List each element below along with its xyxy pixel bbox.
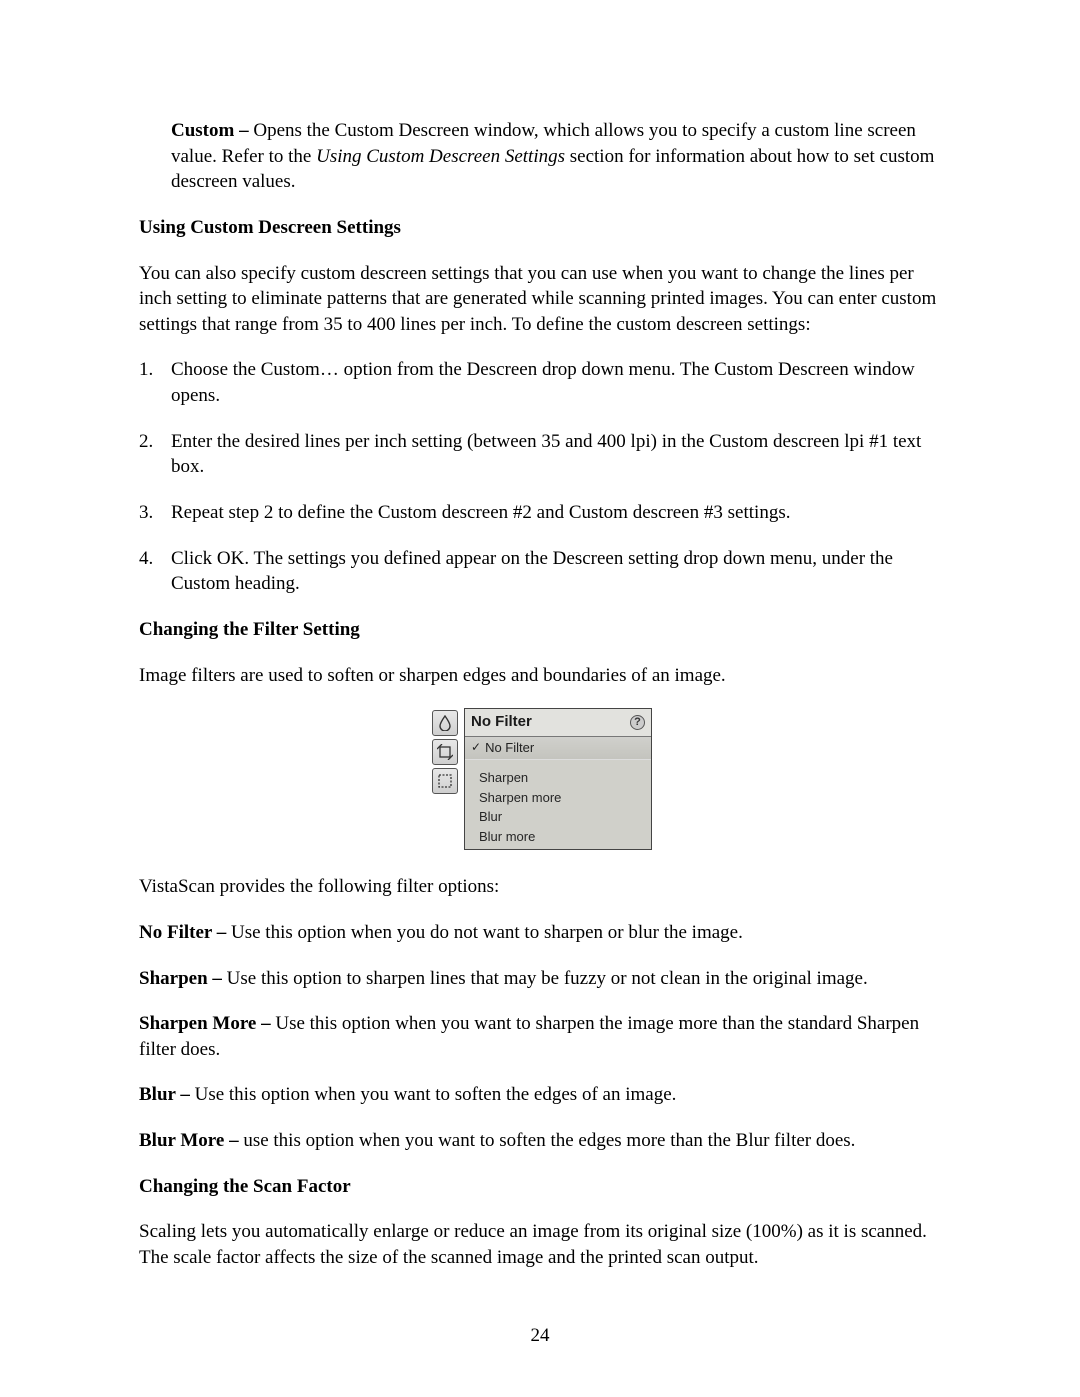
- descreen-intro-paragraph: You can also specify custom descreen set…: [139, 261, 945, 338]
- filter-dropdown-figure: No Filter ? ✓ No Filter Sharpen Sharpen …: [432, 708, 652, 850]
- crop-icon[interactable]: [432, 739, 458, 765]
- dropdown-item-blur-more[interactable]: Blur more: [465, 827, 651, 847]
- blur-more-paragraph: Blur More – use this option when you wan…: [139, 1128, 945, 1154]
- filter-options-intro: VistaScan provides the following filter …: [139, 874, 945, 900]
- blur-paragraph: Blur – Use this option when you want to …: [139, 1082, 945, 1108]
- sharpen-label: Sharpen –: [139, 968, 222, 989]
- dropdown-header: No Filter ?: [465, 709, 651, 736]
- checkmark-icon: ✓: [471, 741, 481, 753]
- droplet-icon[interactable]: [432, 710, 458, 736]
- heading-filter-setting: Changing the Filter Setting: [139, 617, 945, 643]
- steps-list: Choose the Custom… option from the Descr…: [139, 357, 945, 596]
- sharpen-text: Use this option to sharpen lines that ma…: [222, 968, 868, 989]
- scan-factor-paragraph: Scaling lets you automatically enlarge o…: [139, 1219, 945, 1270]
- document-page: Custom – Opens the Custom Descreen windo…: [0, 0, 1080, 1351]
- blur-text: Use this option when you want to soften …: [190, 1084, 677, 1105]
- filter-intro-paragraph: Image filters are used to soften or shar…: [139, 663, 945, 689]
- no-filter-label: No Filter –: [139, 922, 226, 943]
- step-1: Choose the Custom… option from the Descr…: [139, 357, 945, 408]
- dropdown-selected-row[interactable]: ✓ No Filter: [465, 737, 651, 761]
- help-icon[interactable]: ?: [630, 715, 645, 730]
- dropdown-selected-label: No Filter: [485, 739, 534, 757]
- blur-more-label: Blur More –: [139, 1130, 239, 1151]
- page-number: 24: [0, 1323, 1080, 1349]
- filter-dropdown[interactable]: No Filter ? ✓ No Filter Sharpen Sharpen …: [464, 708, 652, 850]
- selection-icon[interactable]: [432, 768, 458, 794]
- dropdown-options: Sharpen Sharpen more Blur Blur more: [465, 766, 651, 849]
- heading-custom-descreen: Using Custom Descreen Settings: [139, 215, 945, 241]
- custom-paragraph: Custom – Opens the Custom Descreen windo…: [171, 118, 945, 195]
- step-2: Enter the desired lines per inch setting…: [139, 429, 945, 480]
- tool-icon-column: [432, 708, 458, 850]
- custom-italic: Using Custom Descreen Settings: [316, 146, 565, 167]
- step-3: Repeat step 2 to define the Custom descr…: [139, 500, 945, 526]
- heading-scan-factor: Changing the Scan Factor: [139, 1174, 945, 1200]
- dropdown-item-blur[interactable]: Blur: [465, 807, 651, 827]
- sharpen-more-label: Sharpen More –: [139, 1013, 271, 1034]
- dropdown-item-sharpen-more[interactable]: Sharpen more: [465, 788, 651, 808]
- sharpen-more-paragraph: Sharpen More – Use this option when you …: [139, 1011, 945, 1062]
- dropdown-header-label: No Filter: [471, 712, 532, 732]
- sharpen-paragraph: Sharpen – Use this option to sharpen lin…: [139, 966, 945, 992]
- dropdown-item-sharpen[interactable]: Sharpen: [465, 768, 651, 788]
- no-filter-paragraph: No Filter – Use this option when you do …: [139, 920, 945, 946]
- blur-more-text: use this option when you want to soften …: [239, 1130, 856, 1151]
- step-4: Click OK. The settings you defined appea…: [139, 546, 945, 597]
- custom-label: Custom –: [171, 120, 249, 141]
- no-filter-text: Use this option when you do not want to …: [226, 922, 743, 943]
- blur-label: Blur –: [139, 1084, 190, 1105]
